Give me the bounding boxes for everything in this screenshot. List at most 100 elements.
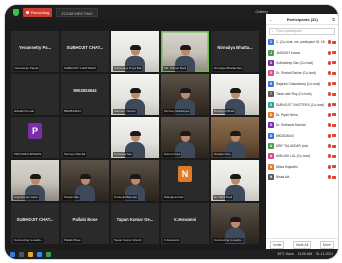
participant-row[interactable]: S Subhadeep Das (Co-host) (268, 58, 336, 68)
participant-video-tile[interactable]: Surojit Das (61, 160, 109, 201)
zoom-window: Recording ZOOM MEETING Gallery Yeramsett… (5, 5, 338, 259)
video-off-icon (332, 144, 336, 148)
muted-mic-icon (328, 154, 331, 159)
participant-video-tile[interactable]: Md. Parvez Rani (161, 31, 209, 72)
participant-name: Dr. Shrivali Sarkar (Co-host) (276, 71, 316, 76)
tile-name-label: 8902824644 (63, 109, 82, 114)
participant-status-icons (327, 123, 336, 128)
search-taskbar-icon[interactable] (19, 251, 24, 257)
participant-video-tile[interactable]: Tanmoy Mondal (61, 117, 109, 158)
clock-time[interactable]: 11:06 AM (298, 252, 312, 256)
participant-avatar: S (268, 101, 274, 108)
more-button[interactable]: More (319, 240, 334, 249)
participant-video-tile[interactable]: Yeramsetty Pa... Yeramsetty Parsai (11, 31, 59, 72)
tile-display-name: SUBHOJIT CHAT... (16, 217, 54, 222)
meeting-info-chip[interactable]: ZOOM MEETING (56, 8, 98, 17)
participant-video-tile[interactable]: Nirmalya Bhatta... Nirmalya Bhattacharj (211, 31, 259, 72)
start-icon[interactable] (10, 251, 15, 257)
avatar: P (28, 123, 42, 139)
video-off-icon (332, 103, 336, 107)
participant-video-tile[interactable]: 8902824644 8902824644 (61, 74, 109, 115)
participant-status-icons (327, 71, 336, 76)
zoom-app-icon[interactable] (37, 251, 42, 257)
participant-row[interactable]: N Nitisa Hajarathi (268, 162, 336, 172)
tile-name-label: Nitisahil Kumar (13, 109, 36, 114)
participant-avatar: R (268, 80, 274, 87)
participant-status-icons (327, 164, 336, 169)
record-dot-icon (26, 11, 29, 14)
participant-video-tile[interactable]: Angshuman Laha (11, 160, 59, 201)
participant-row[interactable]: T Tarak nath Roy (Co-host) (268, 89, 336, 99)
muted-mic-icon (328, 112, 331, 117)
participant-search-input[interactable]: ⌕ Find a participant (269, 28, 335, 35)
participant-video-tile[interactable]: N Nilanjana Paul (161, 160, 209, 201)
tile-display-name: 8902824644 (73, 88, 97, 93)
participant-video-tile[interactable]: Connecting to audio... (211, 203, 259, 244)
recording-indicator[interactable]: Recording (23, 8, 53, 17)
participants-title: Participants (32) (286, 16, 318, 22)
browser-icon[interactable] (46, 251, 51, 257)
file-explorer-icon[interactable] (28, 251, 33, 257)
mute-all-button[interactable]: Mute All (293, 240, 312, 249)
chevron-down-icon[interactable]: ⌄ (269, 17, 272, 22)
participant-row[interactable]: R Rajarshi Chakraborty (Co-host) (268, 79, 336, 89)
participant-avatar: A (268, 143, 274, 150)
muted-mic-icon (328, 164, 331, 169)
popout-icon[interactable]: ⧉ (332, 17, 335, 22)
tile-display-name: Tapan Kumar Ge... (116, 217, 154, 222)
system-tray: 30°C Haze 11:06 AM 01-11-2021 (277, 252, 333, 256)
participant-video-tile[interactable]: Debojyoti Bhatt (211, 74, 259, 115)
participant-video-tile[interactable]: Pallabi Bose Pallabi Bose (61, 203, 109, 244)
muted-mic-icon (328, 102, 331, 107)
participant-row[interactable]: D Dr. Shrivali Sarkar (Co-host) (268, 68, 336, 78)
clock-date[interactable]: 01-11-2021 (316, 252, 333, 256)
participant-row[interactable]: D Dr. Snehasis Mondal (268, 120, 336, 130)
participant-video-tile[interactable]: Suman Paul (161, 117, 209, 158)
participant-avatar: S (268, 59, 274, 66)
tile-name-label: Gautam Roy (213, 152, 232, 157)
participant-video-tile[interactable]: Prosenjit Barman (111, 160, 159, 201)
participant-video-tile[interactable]: Nitisahil Kumar (11, 74, 59, 115)
participant-avatar: A (268, 153, 274, 160)
tile-name-label: SUBHOJIT CHATTERJI (63, 66, 97, 71)
participant-video-tile[interactable]: Dr. Sahil Paul (211, 160, 259, 201)
tile-display-name: V.Jeswanni (173, 217, 197, 222)
participant-row[interactable]: CC. (Co-host, me, participant ID: 18402) (268, 37, 336, 47)
participant-row[interactable]: S SUBHOJIT CHATTERJI (Co-host) (268, 99, 336, 109)
video-off-icon (332, 175, 336, 179)
participant-video-tile[interactable]: SUBHOJIT CHAT... Connecting to audio... (11, 203, 59, 244)
participant-video-tile[interactable]: Suhamaya Priya Bal (111, 31, 159, 72)
participant-row[interactable]: A ARIF TALUKDAR (me) (268, 141, 336, 151)
participant-name: Tarak nath Roy (Co-host) (276, 92, 312, 97)
participant-avatar: N (268, 174, 274, 181)
participant-video-tile[interactable]: Gautam Roy (211, 117, 259, 158)
participant-row[interactable]: A ANKUSH LAL (Co-host) (268, 151, 336, 161)
video-off-icon (332, 40, 336, 44)
participant-status-icons (327, 50, 336, 55)
participant-video-tile[interactable]: Sabnam Yasmin (111, 74, 159, 115)
tile-name-label: Debojyoti Bhatt (213, 109, 236, 114)
participant-video-tile[interactable]: P PRIYANKA BISWAS (11, 117, 59, 158)
participant-video-tile[interactable]: V.Jeswanni V.Jeswanni (161, 203, 209, 244)
participant-video-tile[interactable]: Tapan Kumar Ge... Tapan Kumar Ghosh (111, 203, 159, 244)
participant-name: ANKUSH LAL (Co-host) (276, 154, 310, 159)
participant-row[interactable]: J JAGDISH Kumar (268, 47, 336, 57)
video-off-icon (332, 82, 336, 86)
tile-display-name: SUBHOJIT CHAT... (66, 45, 104, 50)
participant-video-tile[interactable]: SUBHOJIT CHAT... SUBHOJIT CHATTERJI (61, 31, 109, 72)
tile-name-label: Tapan Kumar Ghosh (113, 238, 143, 243)
participant-row[interactable]: N Nisaa Avi... (268, 172, 336, 182)
security-shield-icon[interactable] (13, 9, 19, 16)
invite-button[interactable]: Invite (270, 240, 285, 249)
participant-avatar: 8 (268, 132, 274, 139)
participant-row[interactable]: D Dr. Piyali Sinha (268, 110, 336, 120)
participant-row[interactable]: 8 8902824644 (268, 131, 336, 141)
participant-avatar: C (268, 39, 274, 46)
participant-video-tile[interactable]: Tanmoy Mukherjee (161, 74, 209, 115)
windows-taskbar: 30°C Haze 11:06 AM 01-11-2021 (5, 249, 338, 259)
weather-text[interactable]: 30°C Haze (277, 252, 293, 256)
participant-name: Subhadeep Das (Co-host) (276, 60, 314, 65)
tile-name-label: V.Jeswanni (163, 238, 181, 243)
video-off-icon (332, 51, 336, 55)
participant-video-tile[interactable]: Upasana Sen (111, 117, 159, 158)
